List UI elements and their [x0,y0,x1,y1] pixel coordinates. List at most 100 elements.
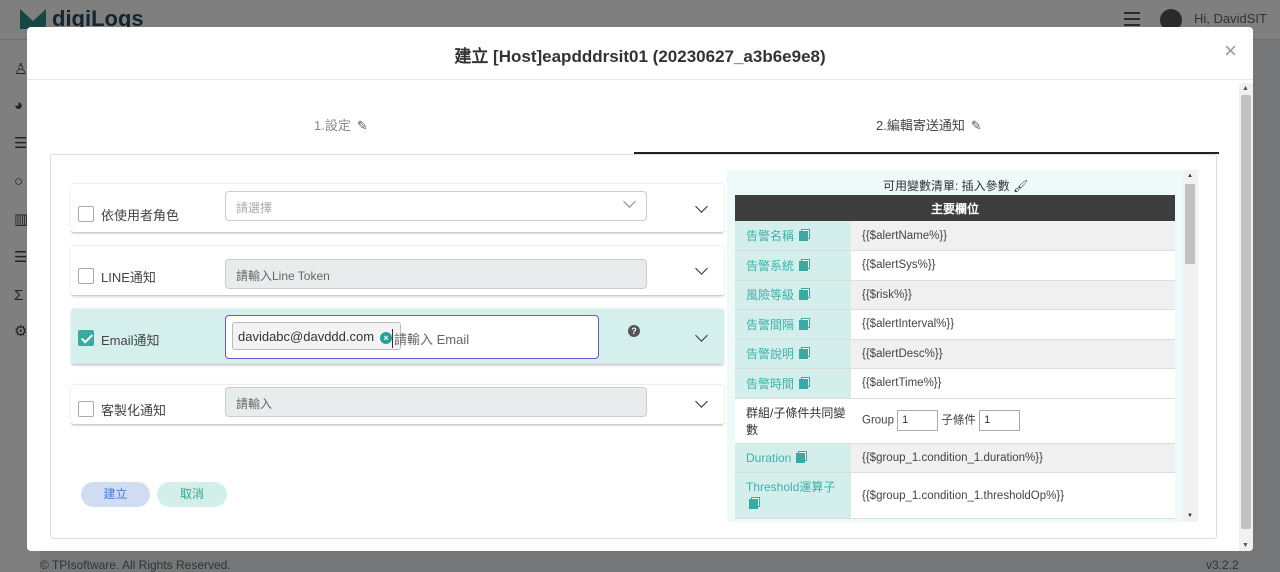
copy-icon[interactable] [799,319,809,330]
table-row: 風險等級 {{$risk%}} [735,280,1175,310]
expand-chevron-icon[interactable] [695,395,708,408]
create-button[interactable]: 建立 [81,482,150,507]
role-label: 依使用者角色 [101,208,180,223]
pencil-icon: ✎ [970,118,982,133]
var-value: {{$alertInterval%}} [851,309,1175,340]
email-checkbox[interactable] [78,330,94,346]
var-key-label: 風險等級 [746,288,795,303]
step-label: 1.設定 [314,118,351,133]
email-tag-text: davidabc@davddd.com [238,329,375,344]
table-row: 告警間隔 {{$alertInterval%}} [735,309,1175,340]
custom-input[interactable]: 請輸入 [225,387,647,417]
modal-scrollbar[interactable]: ▲ ▼ [1239,83,1253,551]
role-checkbox[interactable] [78,206,94,222]
scrollbar-thumb[interactable] [1185,184,1195,264]
var-key[interactable]: 風險等級 [735,280,851,310]
table-header: 主要欄位 [735,195,1175,221]
var-key[interactable]: 告警說明 [735,339,851,369]
copy-icon[interactable] [799,349,809,360]
email-input[interactable]: 請輸入 Email [392,329,469,348]
var-key-label: 告警間隔 [746,317,795,332]
variable-list-panel: 可用變數清單: 插入參數 🖌 主要欄位 告警名稱 {{$alertName%}} … [727,170,1199,522]
copy-icon[interactable] [799,231,809,241]
scroll-up-icon[interactable]: ▲ [1187,173,1193,179]
var-key-label: 告警說明 [746,347,795,362]
var-value: {{$alertTime%}} [851,368,1175,399]
line-label: LINE通知 [101,270,156,285]
email-input-box[interactable]: davidabc@davddd.com × 請輸入 Email [225,315,599,359]
var-value: {{$group_1.condition_1.thresholdOp%}} [851,472,1175,519]
var-key-label: 告警系統 [746,258,795,273]
line-token-input[interactable]: 請輸入Line Token [225,259,647,289]
var-key[interactable]: 告警時間 [735,368,851,399]
variable-table: 主要欄位 告警名稱 {{$alertName%}} 告警系統 {{$alertSys… [735,195,1175,519]
custom-checkbox[interactable] [78,401,94,417]
var-value: {{$alertDesc%}} [851,339,1175,369]
group-key: 群組/子條件共同變數 [735,398,851,444]
help-icon[interactable]: ? [628,325,640,337]
expand-chevron-icon[interactable] [695,200,708,213]
table-row: 告警時間 {{$alertTime%}} [735,368,1175,399]
var-key-label: 告警名稱 [746,229,795,243]
copy-icon[interactable] [799,290,809,301]
var-key[interactable]: 告警系統 [735,250,851,281]
scroll-down-icon[interactable]: ▼ [1187,513,1193,519]
condition-input[interactable]: 1 [979,410,1021,431]
email-label: Email通知 [101,333,160,348]
var-value: {{$alertSys%}} [851,250,1175,281]
var-key-label: 告警時間 [746,376,795,391]
modal-title: 建立 [Host]eapdddrsit01 (20230627_a3b6e9e8… [454,47,826,66]
table-row: 告警名稱 {{$alertName%}} [735,221,1175,251]
table-row: 告警說明 {{$alertDesc%}} [735,339,1175,369]
line-checkbox[interactable] [78,268,94,284]
variable-list-scrollbar[interactable]: ▲ ▼ [1183,170,1197,522]
line-notify-row: LINE通知 請輸入Line Token [71,245,724,296]
var-key[interactable]: 告警名稱 [735,221,851,251]
role-notify-row: 依使用者角色 請選擇 [71,183,724,233]
email-tag: davidabc@davddd.com × [232,322,402,350]
paint-roller-icon[interactable]: 🖌 [1013,179,1028,193]
group-selector: Group 1 子條件 1 [851,398,1175,444]
custom-notify-row: 客製化通知 請輸入 [71,384,724,425]
variable-list-title-text: 可用變數清單: 插入參數 [883,179,1010,193]
email-notify-row: Email通知 davidabc@davddd.com × 請輸入 Email ? [71,308,724,365]
role-select-placeholder: 請選擇 [236,201,273,215]
custom-label: 客製化通知 [101,403,167,418]
copy-icon[interactable] [749,498,758,509]
copy-icon[interactable] [799,260,809,271]
group-label: Group [862,414,894,427]
chevron-down-icon [623,195,636,208]
copy-icon[interactable] [796,452,806,463]
variable-list-title: 可用變數清單: 插入參數 🖌 [883,177,1028,194]
copy-icon[interactable] [799,378,809,389]
scroll-down-icon[interactable]: ▼ [1242,542,1249,549]
var-key[interactable]: Threshold運算子 [735,472,851,519]
scrollbar-thumb[interactable] [1241,95,1251,529]
var-value: {{$group_1.condition_1.duration%}} [851,443,1175,473]
role-select[interactable]: 請選擇 [225,191,647,221]
step-edit-notification[interactable]: 2.編輯寄送通知 ✎ [876,115,982,134]
table-row: Duration {{$group_1.condition_1.duration%… [735,443,1175,473]
var-value: {{$risk%}} [851,280,1175,310]
table-row: Threshold運算子 {{$group_1.condition_1.thres… [735,472,1175,519]
var-key-label: Duration [746,450,792,465]
expand-chevron-icon[interactable] [695,262,708,275]
condition-label: 子條件 [941,414,976,427]
var-key[interactable]: 告警間隔 [735,309,851,340]
cancel-button[interactable]: 取消 [157,482,227,507]
close-icon[interactable]: × [1224,38,1237,64]
var-value: {{$alertName%}} [851,221,1175,251]
step-settings[interactable]: 1.設定 ✎ [314,115,368,134]
step-label: 2.編輯寄送通知 [876,118,965,133]
table-row: 告警系統 {{$alertSys%}} [735,250,1175,281]
scroll-up-icon[interactable]: ▲ [1242,85,1249,92]
var-key[interactable]: Duration [735,443,851,473]
create-modal: 建立 [Host]eapdddrsit01 (20230627_a3b6e9e8… [27,27,1253,551]
expand-chevron-icon[interactable] [695,329,708,342]
remove-tag-icon[interactable]: × [380,332,393,344]
pencil-icon: ✎ [356,118,368,133]
group-input[interactable]: 1 [897,410,939,431]
table-row-group: 群組/子條件共同變數 Group 1 子條件 1 [735,398,1175,444]
var-key-label: Threshold運算子 [746,479,836,494]
modal-header: 建立 [Host]eapdddrsit01 (20230627_a3b6e9e8… [27,27,1253,80]
